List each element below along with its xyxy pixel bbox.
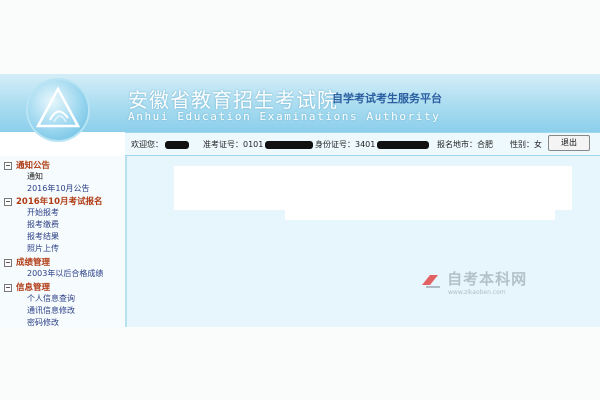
- sidebar-nav: 通知公告 通知 2016年10月公告 2016年10月考试报名 开始报考 报考缴…: [0, 156, 127, 327]
- sidebar-section-info[interactable]: 信息管理: [4, 281, 50, 293]
- watermark-url: www.zikaoben.com: [448, 289, 506, 296]
- watermark-text: 自考本科网: [447, 270, 528, 288]
- logout-button[interactable]: 退出: [548, 135, 590, 151]
- section-title: 2016年10月考试报名: [16, 197, 103, 207]
- authority-logo: [28, 80, 88, 140]
- watermark: 自考本科网 www.zikaoben.com: [420, 268, 527, 296]
- site-title-english: Anhui Education Examinations Authority: [128, 110, 441, 123]
- watermark-logo-icon: [422, 274, 440, 288]
- collapse-box-icon[interactable]: [4, 283, 12, 292]
- sidebar-item-registration-result[interactable]: 报考结果: [27, 231, 59, 242]
- redacted-name: [165, 140, 189, 149]
- sidebar-item-passed-scores[interactable]: 2003年以后合格成绩: [27, 268, 103, 279]
- user-info-bar: 欢迎您： 准考证号：0101 身份证号：3401 报名地市：合肥 性别：女 退出: [125, 132, 600, 156]
- id-field: 身份证号：3401: [315, 139, 430, 150]
- sidebar-section-scores[interactable]: 成绩管理: [4, 256, 50, 268]
- sidebar-item-contact-edit[interactable]: 通讯信息修改: [27, 305, 75, 316]
- sidebar-item-notice[interactable]: 通知: [27, 171, 43, 182]
- sidebar-item-oct-2016-announcement[interactable]: 2016年10月公告: [27, 183, 90, 194]
- ticket-label: 准考证号：: [203, 140, 243, 149]
- sidebar-section-registration[interactable]: 2016年10月考试报名: [4, 195, 103, 207]
- section-title: 成绩管理: [16, 258, 51, 268]
- welcome-field: 欢迎您：: [131, 139, 189, 150]
- redacted-id: [377, 140, 430, 149]
- id-label: 身份证号：: [315, 140, 355, 149]
- gender-label: 性别：: [510, 140, 534, 149]
- sidebar-item-start-registration[interactable]: 开始报考: [27, 207, 59, 218]
- site-title: 安徽省教育招生考试院: [128, 88, 338, 112]
- ticket-value: 0101: [243, 140, 264, 149]
- collapse-box-icon[interactable]: [4, 161, 12, 170]
- content-panel-lower: [285, 210, 555, 220]
- gender-value: 女: [534, 140, 542, 149]
- region-field: 报名地市：合肥: [437, 139, 493, 150]
- sidebar-item-password-change[interactable]: 密码修改: [27, 317, 59, 327]
- sidebar-item-personal-info[interactable]: 个人信息查询: [27, 293, 75, 304]
- content-panel: [174, 166, 572, 210]
- redacted-ticket: [265, 140, 314, 149]
- collapse-box-icon[interactable]: [4, 258, 12, 267]
- sidebar-item-photo-upload[interactable]: 照片上传: [27, 243, 59, 254]
- section-title: 通知公告: [16, 161, 51, 171]
- region-label: 报名地市：: [437, 140, 477, 149]
- triangle-logo-icon: [35, 86, 81, 128]
- id-value: 3401: [355, 140, 376, 149]
- sidebar-item-fee-payment[interactable]: 报考缴费: [27, 219, 59, 230]
- collapse-box-icon[interactable]: [4, 197, 12, 206]
- main-content: [127, 156, 600, 327]
- welcome-label: 欢迎您：: [131, 140, 163, 149]
- section-title: 信息管理: [16, 283, 51, 293]
- site-subtitle: 自学考试考生服务平台: [332, 92, 442, 105]
- region-value: 合肥: [477, 140, 493, 149]
- sidebar-section-notices[interactable]: 通知公告: [4, 159, 50, 171]
- ticket-field: 准考证号：0101: [203, 139, 314, 150]
- header-banner: 安徽省教育招生考试院 自学考试考生服务平台 Anhui Education Ex…: [0, 74, 600, 140]
- gender-field: 性别：女: [510, 139, 542, 150]
